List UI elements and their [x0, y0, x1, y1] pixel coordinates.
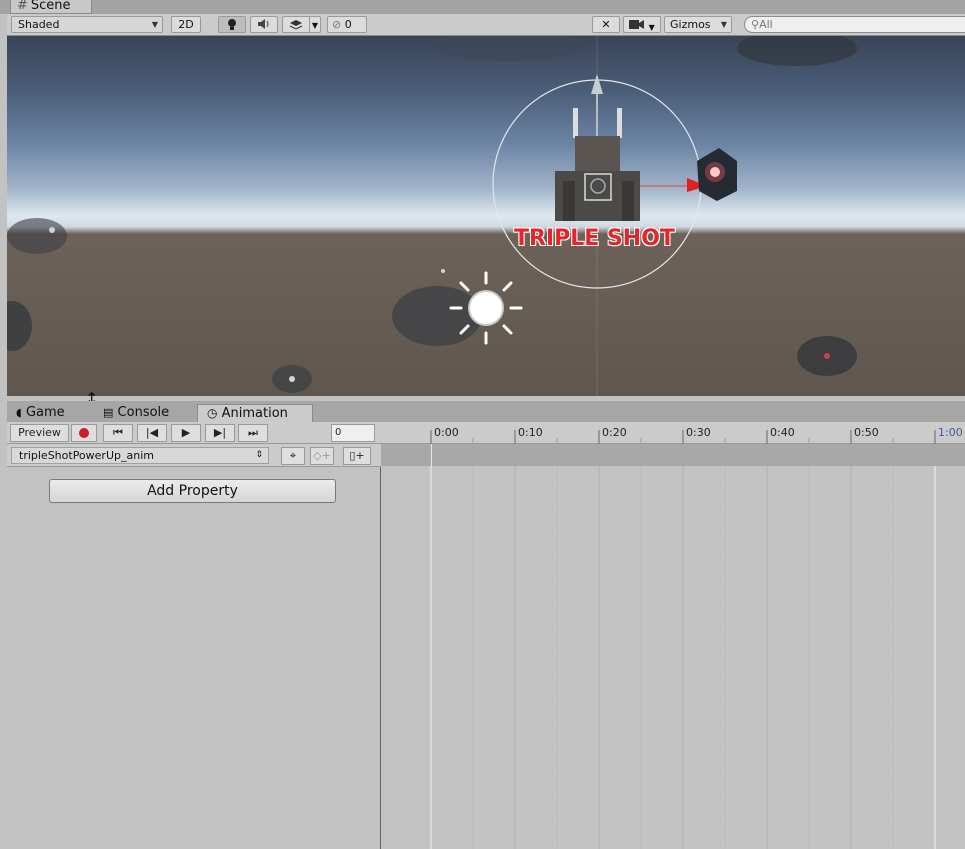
dopesheet-area[interactable] — [381, 466, 965, 849]
animation-timeline[interactable]: 0:00 0:10 0:20 0:30 0:40 0:50 1:00 — [381, 422, 965, 849]
tab-animation-label: Animation — [221, 406, 288, 421]
grid-icon: # — [17, 0, 28, 13]
chevron-down-icon: ▼ — [720, 20, 727, 29]
tick-label: 0:30 — [686, 426, 711, 439]
scene-search-input[interactable]: ⚲All — [744, 16, 965, 33]
clip-name: tripleShotPowerUp_anim — [19, 449, 154, 462]
diamond-plus-icon: ◇+ — [313, 449, 331, 462]
pacman-icon: ◖ — [16, 406, 22, 419]
tab-console[interactable]: ▤ Console — [103, 404, 193, 422]
summary-keyframe-strip[interactable] — [381, 444, 965, 466]
updown-arrows-icon: ⇕ — [255, 450, 263, 460]
tab-game-label: Game — [25, 405, 65, 420]
add-keyframe-diamond-button[interactable]: ◇+ — [310, 447, 334, 465]
add-keyframe-button[interactable]: ⌖ — [281, 447, 305, 465]
record-icon — [79, 428, 89, 438]
camera-settings-button[interactable]: ▼ — [623, 16, 661, 33]
playhead-line[interactable] — [431, 444, 432, 466]
layers-icon — [289, 20, 303, 30]
lighting-toggle-button[interactable] — [218, 16, 246, 33]
scene-artwork — [7, 36, 965, 396]
animation-property-panel: Preview ⏮ |◀ ▶ ▶| ⏭ 0 tripleShotPowerUp_… — [7, 422, 381, 849]
tools-button[interactable]: ✕ — [592, 16, 620, 33]
end-time-label: 1:00 — [938, 426, 963, 439]
preview-button[interactable]: Preview — [10, 424, 69, 442]
audio-toggle-button[interactable] — [250, 16, 278, 33]
dopesheet-gridlines — [430, 466, 936, 849]
timeline-ruler[interactable]: 0:00 0:10 0:20 0:30 0:40 0:50 1:00 — [381, 422, 965, 444]
search-placeholder: All — [759, 18, 773, 31]
skip-to-start-icon: ⏮ — [113, 426, 123, 439]
speaker-icon — [258, 19, 269, 29]
tick-label: 0:00 — [434, 426, 459, 439]
tab-animation[interactable]: ◷ Animation — [197, 404, 313, 422]
chevron-down-icon: ▼ — [648, 23, 655, 32]
next-keyframe-button[interactable]: ▶| — [205, 424, 235, 442]
clip-dropdown[interactable]: tripleShotPowerUp_anim ⇕ — [11, 447, 269, 464]
eye-slash-icon: ⊘ — [332, 18, 342, 31]
skip-to-end-icon: ⏭ — [248, 426, 258, 439]
record-button[interactable] — [71, 424, 97, 442]
console-icon: ▤ — [103, 406, 114, 419]
play-button[interactable]: ▶ — [171, 424, 201, 442]
shading-mode-value: Shaded — [18, 18, 60, 31]
tick-label: 0:40 — [770, 426, 795, 439]
bottom-tab-strip: ◖ Game ▤ Console ◷ Animation — [7, 401, 965, 422]
hidden-count: 0 — [344, 18, 352, 31]
crosshair-icon: ⌖ — [289, 449, 297, 462]
scene-toolbar: Shaded ▼ 2D ▼ ⊘ 0 ✕ ▼ Gizmos ▼ ⚲All — [7, 14, 965, 36]
tick-label: 0:50 — [854, 426, 879, 439]
tab-scene[interactable]: # Scene — [10, 0, 92, 14]
scene-viewport[interactable]: TRIPLE SHOT — [7, 36, 965, 396]
tick-label: 0:20 — [602, 426, 627, 439]
step-forward-icon: ▶| — [213, 426, 227, 439]
tab-game[interactable]: ◖ Game — [16, 404, 91, 422]
first-keyframe-button[interactable]: ⏮ — [103, 424, 133, 442]
last-keyframe-button[interactable]: ⏭ — [238, 424, 268, 442]
lightbulb-icon — [228, 19, 236, 30]
add-property-button[interactable]: Add Property — [49, 479, 336, 503]
effects-dropdown[interactable]: ▼ — [309, 16, 321, 33]
frame-input[interactable]: 0 — [331, 424, 375, 442]
powerup-label: TRIPLE SHOT — [514, 226, 675, 251]
chevron-down-icon: ▼ — [311, 21, 319, 30]
gizmos-dropdown[interactable]: Gizmos ▼ — [664, 16, 732, 33]
camera-icon — [629, 20, 645, 29]
search-icon: ⚲ — [751, 18, 760, 31]
chevron-down-icon: ▼ — [151, 20, 158, 29]
2d-toggle-button[interactable]: 2D — [171, 16, 201, 33]
tools-icon: ✕ — [601, 18, 611, 31]
tab-console-label: Console — [117, 405, 170, 420]
play-icon: ▶ — [181, 426, 191, 439]
step-back-icon: |◀ — [145, 426, 159, 439]
gizmos-label: Gizmos — [670, 18, 711, 31]
shading-mode-dropdown[interactable]: Shaded ▼ — [11, 16, 163, 33]
hidden-objects-toggle[interactable]: ⊘ 0 — [327, 16, 367, 33]
clock-icon: ◷ — [207, 406, 218, 420]
tab-scene-label: Scene — [30, 0, 71, 13]
effects-toggle-button[interactable] — [282, 16, 310, 33]
previous-keyframe-button[interactable]: |◀ — [137, 424, 167, 442]
animation-controls-row: Preview ⏮ |◀ ▶ ▶| ⏭ 0 — [7, 422, 381, 444]
tick-label: 0:10 — [518, 426, 543, 439]
event-marker-icon: ▯+ — [349, 449, 365, 462]
clip-row: tripleShotPowerUp_anim ⇕ ⌖ ◇+ ▯+ — [7, 444, 381, 467]
scene-tab-strip: # Scene — [0, 0, 965, 14]
add-event-button[interactable]: ▯+ — [343, 447, 371, 465]
